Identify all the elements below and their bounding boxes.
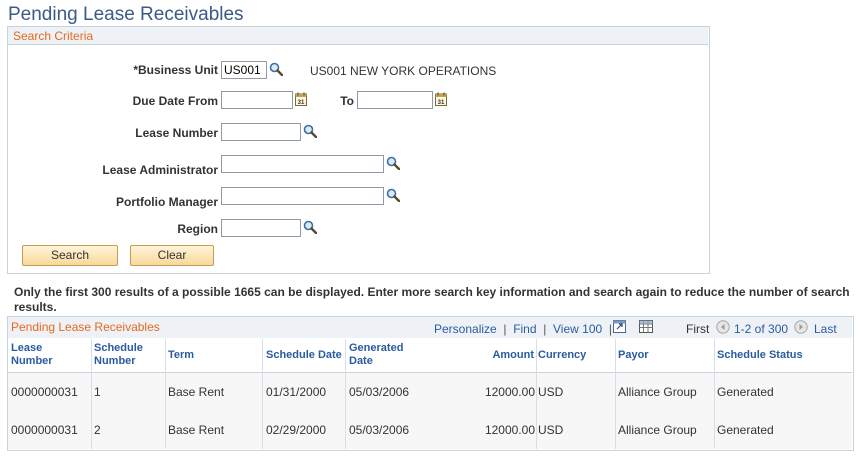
svg-text:31: 31	[438, 100, 445, 106]
cell-schedule-number: 1	[94, 385, 101, 399]
column-divider	[714, 339, 715, 449]
last-link[interactable]: Last	[814, 322, 837, 336]
due-date-from-label: Due Date From	[132, 94, 218, 108]
business-unit-description: US001 NEW YORK OPERATIONS	[310, 64, 497, 78]
column-divider	[262, 339, 263, 449]
svg-text:31: 31	[298, 100, 305, 106]
column-divider	[615, 339, 616, 449]
grid-navigation: Personalize | Find | View 100 |	[434, 322, 615, 336]
column-header-generated-date[interactable]: Generated Date	[349, 342, 403, 368]
cell-payor: Alliance Group	[618, 423, 697, 437]
header-line: Lease	[11, 342, 43, 354]
cell-term: Base Rent	[168, 385, 225, 399]
region-label: Region	[177, 222, 218, 236]
lease-number-label: Lease Number	[135, 126, 218, 140]
due-date-to-input[interactable]	[357, 91, 433, 109]
cell-generated-date: 05/03/2006	[349, 423, 410, 437]
portfolio-manager-input[interactable]	[221, 187, 384, 205]
portfolio-manager-lookup-icon[interactable]	[386, 188, 400, 202]
portfolio-manager-label: Portfolio Manager	[115, 195, 218, 209]
due-date-from-input[interactable]	[221, 91, 293, 109]
cell-schedule-status: Generated	[717, 423, 774, 437]
personalize-link[interactable]: Personalize	[434, 322, 497, 336]
find-link[interactable]: Find	[513, 322, 536, 336]
last-link-wrap: Last	[814, 322, 837, 336]
column-header-schedule-date[interactable]: Schedule Date	[266, 349, 342, 362]
lease-number-input[interactable]	[221, 123, 301, 141]
cell-schedule-number: 2	[94, 423, 101, 437]
lease-number-lookup-icon[interactable]	[303, 124, 317, 138]
new-window-icon[interactable]	[613, 320, 626, 333]
lease-administrator-label: Lease Administrator	[102, 163, 218, 177]
results-limit-message: Only the first 300 results of a possible…	[14, 285, 850, 314]
column-header-payor[interactable]: Payor	[618, 349, 649, 362]
business-unit-lookup-icon[interactable]	[269, 62, 283, 76]
separator: |	[539, 322, 550, 336]
next-page-icon[interactable]	[794, 320, 808, 334]
cell-schedule-date: 01/31/2000	[266, 385, 327, 399]
header-line: Generated	[349, 342, 404, 354]
header-line: Date	[349, 355, 373, 367]
due-date-to-label: To	[340, 94, 354, 108]
cell-payor: Alliance Group	[618, 385, 697, 399]
cell-term: Base Rent	[168, 423, 225, 437]
search-button[interactable]: Search	[22, 245, 118, 266]
search-criteria-title: Search Criteria	[13, 29, 94, 43]
column-divider	[165, 339, 166, 449]
column-header-currency[interactable]: Currency	[538, 349, 586, 362]
cell-generated-date: 05/03/2006	[349, 385, 410, 399]
calendar-icon[interactable]: 31	[295, 92, 307, 106]
cell-schedule-status: Generated	[717, 385, 774, 399]
business-unit-input[interactable]	[221, 61, 267, 79]
cell-amount: 12000.00	[484, 423, 535, 437]
region-input[interactable]	[221, 219, 301, 237]
column-header-lease-number[interactable]: Lease Number	[11, 342, 53, 368]
column-header-schedule-status[interactable]: Schedule Status	[717, 349, 803, 362]
header-line: Schedule	[94, 342, 143, 354]
cell-currency: USD	[538, 423, 564, 437]
region-lookup-icon[interactable]	[303, 220, 317, 234]
clear-button[interactable]: Clear	[130, 245, 214, 266]
page-title: Pending Lease Receivables	[8, 4, 244, 25]
download-spreadsheet-icon[interactable]	[639, 320, 653, 333]
column-divider	[536, 339, 537, 449]
search-criteria-header	[8, 27, 708, 45]
calendar-icon[interactable]: 31	[435, 92, 447, 106]
previous-page-icon[interactable]	[716, 320, 730, 334]
column-divider	[91, 339, 92, 449]
grid-pager: First	[686, 322, 709, 336]
header-line: Number	[11, 355, 53, 367]
view-100-link[interactable]: View 100	[553, 322, 602, 336]
separator: |	[500, 322, 510, 336]
cell-currency: USD	[538, 385, 564, 399]
column-header-schedule-number[interactable]: Schedule Number	[94, 342, 143, 368]
column-header-term[interactable]: Term	[168, 349, 194, 362]
results-grid-title: Pending Lease Receivables	[11, 320, 160, 334]
header-line: Number	[94, 355, 136, 367]
page-range: 1-2 of 300	[734, 322, 789, 336]
cell-schedule-date: 02/29/2000	[266, 423, 327, 437]
lease-administrator-input[interactable]	[221, 155, 384, 173]
first-link[interactable]: First	[686, 322, 709, 336]
column-divider	[345, 339, 346, 449]
column-header-amount[interactable]: Amount	[440, 349, 534, 362]
cell-lease-number: 0000000031	[11, 423, 78, 437]
business-unit-label: *Business Unit	[133, 63, 218, 77]
cell-lease-number: 0000000031	[11, 385, 78, 399]
lease-administrator-lookup-icon[interactable]	[386, 156, 400, 170]
cell-amount: 12000.00	[484, 385, 535, 399]
